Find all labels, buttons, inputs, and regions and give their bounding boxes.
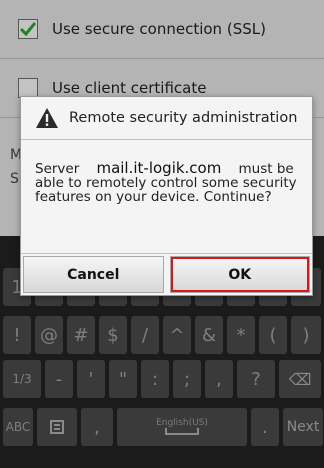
key-close-paren[interactable]: ): [291, 316, 321, 354]
key-hash[interactable]: #: [67, 316, 95, 354]
dialog-title: Remote security administration: [69, 110, 298, 126]
cancel-button[interactable]: Cancel: [23, 256, 164, 293]
remote-security-dialog: Remote security administration Server ma…: [20, 96, 313, 296]
space-key-language: English(US): [156, 418, 208, 428]
key-quote[interactable]: ": [109, 360, 137, 398]
key-abc[interactable]: ABC: [3, 408, 33, 446]
space-bar-icon: [165, 428, 199, 435]
key-colon[interactable]: :: [141, 360, 169, 398]
key-asterisk[interactable]: *: [227, 316, 255, 354]
warning-icon: [36, 108, 58, 128]
next-key[interactable]: Next: [283, 408, 323, 446]
backspace-icon: ⌫: [288, 369, 312, 389]
key-at[interactable]: @: [35, 316, 63, 354]
key-dollar[interactable]: $: [99, 316, 127, 354]
key-comma[interactable]: ,: [81, 408, 113, 446]
key-settings[interactable]: [37, 408, 77, 446]
key-ampersand[interactable]: &: [195, 316, 223, 354]
key-symbol-page[interactable]: 1/3: [3, 360, 41, 398]
key-open-paren[interactable]: (: [259, 316, 287, 354]
key-apostrophe[interactable]: ': [77, 360, 105, 398]
ok-button[interactable]: OK: [169, 256, 310, 293]
keyboard-settings-icon: [50, 420, 64, 434]
key-caret[interactable]: ^: [163, 316, 191, 354]
dialog-header: Remote security administration: [21, 97, 312, 140]
key-hyphen[interactable]: -: [45, 360, 73, 398]
dialog-message: Server mail.it-logik.com must be able to…: [35, 161, 303, 205]
space-key[interactable]: English(US): [117, 408, 247, 446]
key-exclamation[interactable]: !: [3, 316, 31, 354]
key-question[interactable]: ?: [237, 360, 275, 398]
key-semicolon[interactable]: ;: [173, 360, 201, 398]
key-slash[interactable]: /: [131, 316, 159, 354]
key-comma-symbol[interactable]: ,: [205, 360, 233, 398]
key-period[interactable]: .: [251, 408, 279, 446]
dialog-buttons: Cancel OK: [21, 253, 312, 295]
backspace-key[interactable]: ⌫: [279, 360, 321, 398]
